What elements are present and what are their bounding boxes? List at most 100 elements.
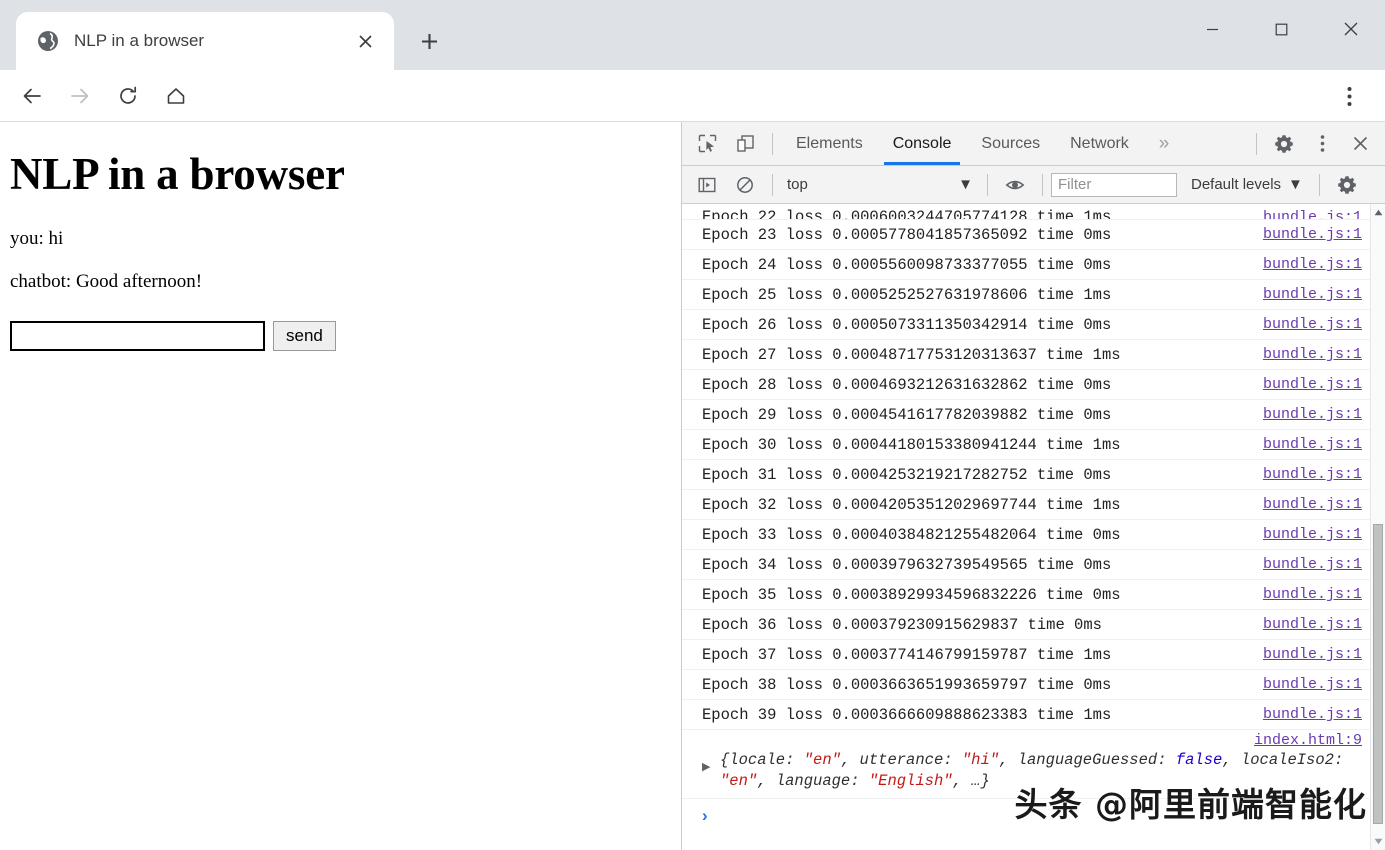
console-message-text: Epoch 24 loss 0.0005560098733377055 time… — [702, 255, 1112, 274]
home-icon[interactable] — [154, 74, 198, 118]
console-message-text: Epoch 35 loss 0.00038929934596832226 tim… — [702, 585, 1121, 604]
send-button[interactable]: send — [273, 321, 336, 351]
console-log-levels-dropdown[interactable]: Default levels ▼ — [1183, 176, 1311, 193]
console-message[interactable]: Epoch 32 loss 0.00042053512029697744 tim… — [682, 490, 1370, 520]
console-message-source[interactable]: bundle.js:1 — [1263, 646, 1362, 663]
scroll-up-arrow-icon[interactable] — [1371, 204, 1385, 221]
console-message[interactable]: Epoch 35 loss 0.00038929934596832226 tim… — [682, 580, 1370, 610]
console-message[interactable]: Epoch 28 loss 0.0004693212631632862 time… — [682, 370, 1370, 400]
console-message-source[interactable]: bundle.js:1 — [1263, 496, 1362, 513]
close-icon[interactable] — [350, 26, 380, 56]
console-message[interactable]: Epoch 30 loss 0.00044180153380941244 tim… — [682, 430, 1370, 460]
console-output[interactable]: Epoch 22 loss 0.0006003244705774128 time… — [682, 204, 1385, 850]
console-message-text: Epoch 30 loss 0.00044180153380941244 tim… — [702, 435, 1121, 454]
tab-console[interactable]: Console — [878, 122, 967, 165]
console-message-source[interactable]: bundle.js:1 — [1263, 616, 1362, 633]
console-message[interactable]: Epoch 26 loss 0.0005073311350342914 time… — [682, 310, 1370, 340]
console-message[interactable]: Epoch 31 loss 0.0004253219217282752 time… — [682, 460, 1370, 490]
console-message[interactable]: Epoch 27 loss 0.00048717753120313637 tim… — [682, 340, 1370, 370]
arrow-left-icon[interactable] — [10, 74, 54, 118]
console-context-selector[interactable]: top ▼ — [781, 172, 979, 198]
tab-overflow-chevron-icon[interactable]: » — [1144, 122, 1185, 165]
console-message-source[interactable]: bundle.js:1 — [1263, 209, 1362, 219]
console-filter-bar: top ▼ Default levels ▼ — [682, 166, 1385, 204]
chat-input-row: send — [10, 321, 671, 351]
divider — [1042, 173, 1043, 196]
console-message-source[interactable]: index.html:9 — [702, 732, 1362, 749]
object-token: , localeIso2: — [1222, 751, 1344, 769]
gear-icon[interactable] — [1330, 168, 1364, 202]
divider — [1318, 173, 1320, 196]
divider — [987, 173, 988, 196]
console-message[interactable]: Epoch 39 loss 0.0003666609888623383 time… — [682, 700, 1370, 730]
console-message-text: Epoch 22 loss 0.0006003244705774128 time… — [702, 208, 1112, 220]
clear-console-icon[interactable] — [728, 168, 762, 202]
console-message[interactable]: Epoch 34 loss 0.0003979632739549565 time… — [682, 550, 1370, 580]
console-message-clipped[interactable]: Epoch 22 loss 0.0006003244705774128 time… — [682, 204, 1370, 220]
divider — [1256, 132, 1257, 155]
close-icon[interactable] — [1343, 127, 1377, 161]
tab-sources[interactable]: Sources — [966, 122, 1055, 165]
object-token: {locale: — [720, 751, 804, 769]
divider — [772, 132, 773, 155]
console-message-source[interactable]: bundle.js:1 — [1263, 226, 1362, 243]
console-message-source[interactable]: bundle.js:1 — [1263, 556, 1362, 573]
console-message-source[interactable]: bundle.js:1 — [1263, 526, 1362, 543]
object-token: , utterance: — [840, 751, 962, 769]
console-filter-input[interactable] — [1051, 172, 1177, 197]
console-message-source[interactable]: bundle.js:1 — [1263, 676, 1362, 693]
scroll-down-arrow-icon[interactable] — [1371, 833, 1385, 850]
console-message[interactable]: Epoch 38 loss 0.0003663651993659797 time… — [682, 670, 1370, 700]
console-message-source[interactable]: bundle.js:1 — [1263, 706, 1362, 723]
browser-tab[interactable]: NLP in a browser — [16, 12, 394, 70]
tab-elements[interactable]: Elements — [781, 122, 878, 165]
console-message-source[interactable]: bundle.js:1 — [1263, 316, 1362, 333]
devtools-tab-bar: Elements Console Sources Network » — [682, 122, 1385, 166]
three-dot-menu-icon[interactable] — [1305, 127, 1339, 161]
console-message[interactable]: Epoch 36 loss 0.000379230915629837 time … — [682, 610, 1370, 640]
console-message-text: Epoch 25 loss 0.0005252527631978606 time… — [702, 285, 1112, 304]
gear-icon[interactable] — [1267, 127, 1301, 161]
console-message-text: Epoch 31 loss 0.0004253219217282752 time… — [702, 465, 1112, 484]
web-page-content: NLP in a browser you: hi chatbot: Good a… — [0, 122, 682, 850]
console-message-text: Epoch 33 loss 0.00040384821255482064 tim… — [702, 525, 1121, 544]
globe-icon — [36, 29, 60, 53]
expand-triangle-icon[interactable]: ▶ — [702, 760, 710, 773]
object-token: , language: — [757, 772, 869, 790]
console-message-source[interactable]: bundle.js:1 — [1263, 376, 1362, 393]
console-message[interactable]: Epoch 25 loss 0.0005252527631978606 time… — [682, 280, 1370, 310]
console-message-source[interactable]: bundle.js:1 — [1263, 406, 1362, 423]
console-message[interactable]: Epoch 37 loss 0.0003774146799159787 time… — [682, 640, 1370, 670]
chat-input[interactable] — [10, 321, 265, 351]
console-message[interactable]: Epoch 23 loss 0.0005778041857365092 time… — [682, 220, 1370, 250]
tab-network[interactable]: Network — [1055, 122, 1144, 165]
console-sidebar-icon[interactable] — [690, 168, 724, 202]
console-message-source[interactable]: bundle.js:1 — [1263, 286, 1362, 303]
console-message-text: Epoch 27 loss 0.00048717753120313637 tim… — [702, 345, 1121, 364]
console-prompt[interactable]: › — [682, 799, 1370, 833]
inspect-element-icon[interactable] — [690, 127, 724, 161]
console-scrollbar[interactable] — [1370, 204, 1385, 850]
reload-icon[interactable] — [106, 74, 150, 118]
three-dot-menu-icon[interactable] — [1327, 74, 1371, 118]
log-levels-label: Default levels — [1191, 176, 1282, 193]
console-rows: Epoch 23 loss 0.0005778041857365092 time… — [682, 220, 1370, 730]
console-message-source[interactable]: bundle.js:1 — [1263, 346, 1362, 363]
device-toolbar-icon[interactable] — [728, 127, 762, 161]
new-tab-button[interactable] — [406, 18, 452, 64]
scrollbar-thumb[interactable] — [1373, 524, 1383, 824]
eye-icon[interactable] — [998, 168, 1032, 202]
console-message-source[interactable]: bundle.js:1 — [1263, 466, 1362, 483]
console-message-source[interactable]: bundle.js:1 — [1263, 436, 1362, 453]
chevron-down-icon: ▼ — [958, 176, 973, 193]
console-message[interactable]: Epoch 33 loss 0.00040384821255482064 tim… — [682, 520, 1370, 550]
console-message[interactable]: Epoch 24 loss 0.0005560098733377055 time… — [682, 250, 1370, 280]
console-message-source[interactable]: bundle.js:1 — [1263, 256, 1362, 273]
minimize-icon[interactable] — [1178, 0, 1247, 58]
console-message[interactable]: Epoch 29 loss 0.0004541617782039882 time… — [682, 400, 1370, 430]
close-icon[interactable] — [1316, 0, 1385, 58]
maximize-icon[interactable] — [1247, 0, 1316, 58]
object-token: "English" — [868, 772, 953, 790]
console-object-message[interactable]: index.html:9 ▶ {locale: "en", utterance:… — [682, 730, 1370, 799]
console-message-source[interactable]: bundle.js:1 — [1263, 586, 1362, 603]
